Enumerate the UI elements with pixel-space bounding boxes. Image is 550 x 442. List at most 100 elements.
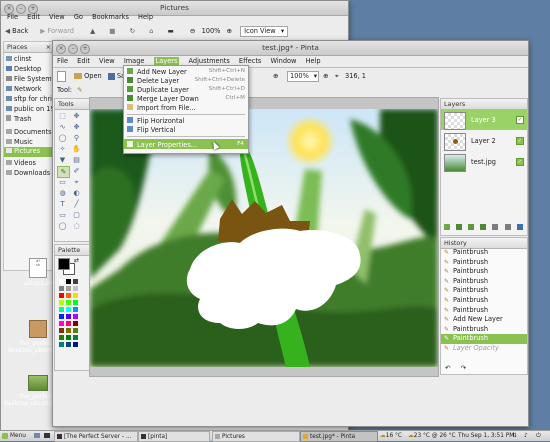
zoom-out-icon[interactable]: ⊖ — [190, 27, 196, 35]
sidebar-item-pictures[interactable]: Pictures — [4, 147, 52, 157]
palette-swatch[interactable] — [59, 293, 64, 298]
up-icon[interactable]: ▲ — [90, 27, 95, 35]
close-icon[interactable]: × — [56, 44, 66, 54]
palette-swatch[interactable] — [73, 342, 78, 347]
duplicate-layer-icon[interactable] — [468, 224, 475, 230]
history-item[interactable]: ✎ Paintbrush — [441, 286, 527, 296]
add-layer-icon[interactable] — [444, 224, 450, 230]
magic-wand-icon[interactable]: ✧ — [57, 144, 68, 154]
open-button[interactable]: Open — [74, 72, 102, 80]
zoom-in-icon[interactable]: ⊕ — [227, 27, 233, 35]
minimize-icon[interactable]: – — [68, 44, 78, 54]
recolor-icon[interactable]: ◐ — [71, 188, 82, 198]
palette-swatch[interactable] — [73, 328, 78, 333]
palette-swatch[interactable] — [59, 307, 64, 312]
undo-icon[interactable]: ↶ — [445, 364, 451, 372]
show-desktop-icon[interactable] — [34, 433, 40, 438]
pinta-titlebar[interactable]: test.jpg* - Pinta — [53, 41, 528, 56]
new-image-icon[interactable] — [57, 70, 66, 82]
menu-help[interactable]: Help — [138, 13, 153, 21]
eraser-icon[interactable]: ▭ — [57, 177, 68, 187]
layer-properties-icon[interactable] — [516, 224, 523, 230]
palette-swatch[interactable] — [59, 286, 64, 291]
ellipse-icon[interactable]: ◯ — [57, 221, 68, 231]
rounded-rect-icon[interactable]: ▢ — [71, 210, 82, 220]
palette-swatch[interactable] — [59, 314, 64, 319]
layer-row-1[interactable]: test.jpg ✓ — [441, 152, 527, 172]
history-item[interactable]: ✎ Add New Layer — [441, 315, 527, 325]
move-selected-icon[interactable]: ✥ — [71, 122, 82, 132]
palette-swatch[interactable] — [66, 335, 71, 340]
history-item[interactable]: ✎ Paintbrush — [441, 267, 527, 277]
back-button[interactable]: ◀ Back — [5, 27, 28, 35]
palette-swatch[interactable] — [73, 314, 78, 319]
sidebar-item-clinst[interactable]: clinst — [6, 55, 32, 63]
forward-button[interactable]: ▶ Forward — [40, 27, 74, 35]
move-selection-icon[interactable]: ✥ — [71, 111, 82, 121]
layer-visible-checkbox[interactable]: ✓ — [516, 137, 524, 145]
menu-view[interactable]: View — [49, 13, 65, 21]
palette-swatch[interactable] — [59, 279, 64, 284]
close-icon[interactable]: × — [46, 42, 51, 52]
menu-item-layer-properties[interactable]: Layer Properties... F4 — [124, 139, 248, 149]
menu-file[interactable]: File — [7, 13, 18, 21]
palette-swatch[interactable] — [73, 321, 78, 326]
sidebar-item-file-system[interactable]: File System — [6, 75, 52, 83]
menu-edit[interactable]: Edit — [27, 13, 40, 21]
menu-item-flip-vertical[interactable]: Flip Vertical — [124, 125, 248, 134]
menu-item-delete-layer[interactable]: Delete Layer Shift+Ctrl+Delete — [124, 76, 248, 85]
menu-go[interactable]: Go — [74, 13, 83, 21]
maximize-icon[interactable]: + — [80, 44, 90, 54]
palette-swatch[interactable] — [66, 328, 71, 333]
palette-swatch[interactable] — [66, 307, 71, 312]
history-item[interactable]: ✎ Paintbrush — [441, 277, 527, 287]
menu-view[interactable]: View — [99, 57, 115, 65]
palette-swatch[interactable] — [73, 307, 78, 312]
menu-window[interactable]: Window — [270, 57, 296, 65]
lasso-select-icon[interactable]: ∿ — [57, 122, 68, 132]
sidebar-item-music[interactable]: Music — [6, 138, 33, 146]
layer-row-2[interactable]: Layer 2 ✓ — [441, 131, 527, 151]
history-item[interactable]: ✎ Paintbrush — [441, 258, 527, 268]
menu-edit[interactable]: Edit — [77, 57, 90, 65]
zoom-tool-icon[interactable]: ⚲ — [71, 133, 82, 143]
history-item[interactable]: ✎ Paintbrush — [441, 248, 527, 258]
pan-tool-icon[interactable]: ✋ — [71, 144, 82, 154]
palette-swatch[interactable] — [66, 293, 71, 298]
menu-item-merge-layer-down[interactable]: Merge Layer Down Ctrl+M — [124, 94, 248, 103]
palette-swatch[interactable] — [66, 286, 71, 291]
menu-bookmarks[interactable]: Bookmarks — [92, 13, 129, 21]
palette-swatch[interactable] — [66, 300, 71, 305]
color-picker-icon[interactable]: ⌖ — [71, 177, 82, 187]
layer-visible-checkbox[interactable]: ✓ — [516, 116, 524, 124]
move-up-icon[interactable] — [492, 224, 499, 230]
swap-colors-icon[interactable]: ⇄ — [74, 257, 79, 264]
gradient-icon[interactable]: ▤ — [71, 155, 82, 165]
rectangle-select-icon[interactable]: ⬚ — [57, 111, 68, 121]
line-icon[interactable]: ╱ — [71, 199, 82, 209]
pencil-icon[interactable]: ✐ — [71, 166, 82, 176]
zoom-in-icon[interactable]: ⊕ — [323, 68, 329, 84]
palette-swatch[interactable] — [73, 300, 78, 305]
menu-effects[interactable]: Effects — [239, 57, 261, 65]
history-item[interactable]: ✎ Paintbrush — [441, 334, 527, 344]
history-item[interactable]: ✎ Paintbrush — [441, 325, 527, 335]
sidebar-item-videos[interactable]: Videos — [6, 159, 36, 167]
sidebar-item-desktop[interactable]: Desktop — [6, 65, 41, 73]
home-icon[interactable]: ⌂ — [149, 27, 153, 35]
redo-icon[interactable]: ↷ — [461, 364, 467, 372]
stop-icon[interactable]: ■ — [109, 27, 115, 35]
zoom-select[interactable]: 100% ▾ — [287, 71, 319, 82]
history-item[interactable]: ✎ Paintbrush — [441, 296, 527, 306]
palette-swatch[interactable] — [73, 335, 78, 340]
layer-row-3[interactable]: Layer 3 ✓ — [441, 110, 527, 130]
palette-swatch[interactable] — [73, 286, 78, 291]
paint-bucket-icon[interactable]: ▼ — [57, 155, 68, 165]
sidebar-item-documents[interactable]: Documents — [6, 128, 52, 136]
palette-swatch[interactable] — [66, 279, 71, 284]
menu-item-add-new-layer[interactable]: Add New Layer Shift+Ctrl+N — [124, 67, 248, 76]
sidebar-item-trash[interactable]: Trash — [6, 115, 31, 123]
menu-help[interactable]: Help — [306, 57, 321, 65]
move-down-icon[interactable] — [504, 224, 511, 230]
menu-item-duplicate-layer[interactable]: Duplicate Layer Shift+Ctrl+D — [124, 85, 248, 94]
